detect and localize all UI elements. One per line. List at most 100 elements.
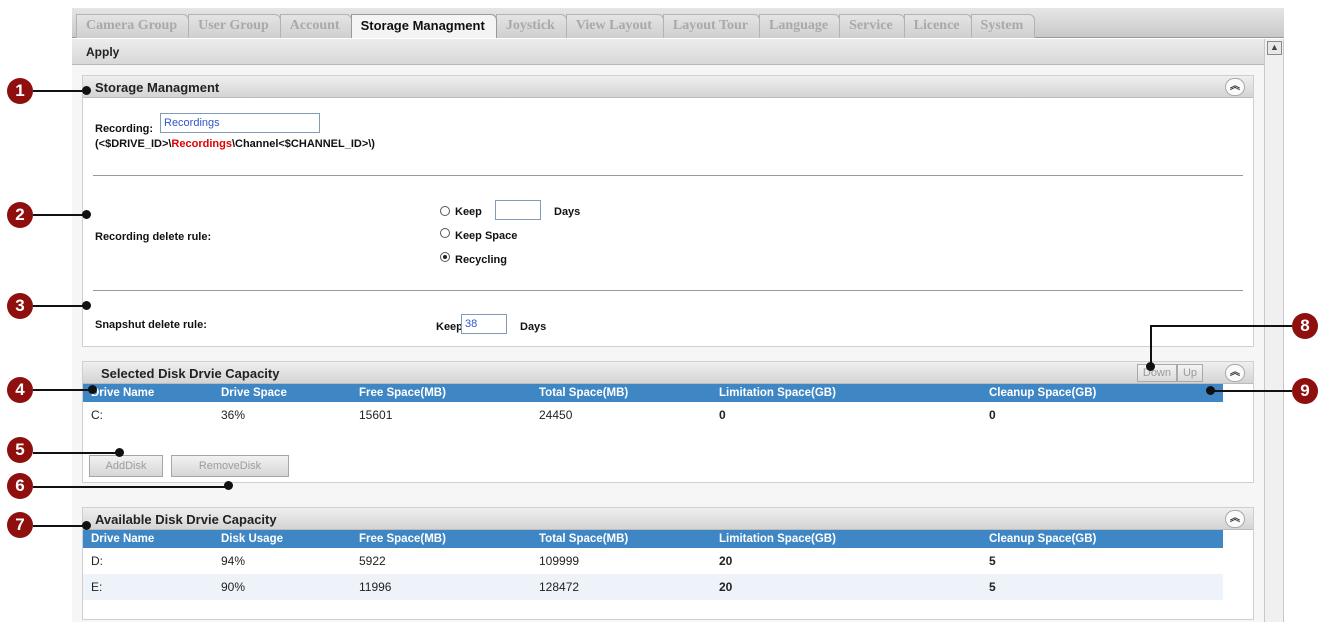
scroll-up-icon[interactable]: ▲ [1267, 41, 1282, 55]
table-cell: 36% [221, 408, 246, 422]
table-cell: E: [83, 574, 213, 600]
callout-dot [224, 481, 233, 490]
table-cell: 5922 [359, 554, 386, 568]
recording-folder-input[interactable] [160, 113, 320, 133]
snapshot-keep-label: Keep [436, 321, 463, 333]
move-down-button[interactable]: Down [1136, 364, 1177, 382]
table-cell: 0 [989, 408, 996, 422]
table-cell: 109999 [539, 554, 580, 568]
apply-button[interactable]: Apply [86, 45, 119, 59]
panel-header: Storage Managment ︽ [83, 76, 1253, 98]
panel-title: Available Disk Drvie Capacity [95, 512, 277, 527]
callout-dot [88, 385, 97, 394]
table-cell: 20 [719, 554, 733, 568]
recording-label: Recording: [95, 123, 154, 135]
tab-bar: Camera Group User Group Account Storage Man… [72, 8, 1284, 38]
keep-days-input[interactable] [495, 200, 541, 220]
tab-camera-group[interactable]: Camera Group [76, 14, 190, 38]
callout-dot [1146, 362, 1155, 371]
table-cell: 128472 [531, 574, 711, 600]
divider [93, 175, 1243, 176]
table-cell: C: [91, 408, 103, 422]
tab-system[interactable]: System [970, 14, 1036, 38]
panel-header: Available Disk Drvie Capacity ︽ [83, 508, 1253, 530]
keep-days-radio[interactable] [440, 206, 450, 216]
collapse-icon[interactable]: ︽ [1225, 364, 1245, 382]
snapshot-days-label: Days [520, 321, 547, 333]
table-row[interactable]: E: 90% 11996 128472 20 5 [83, 574, 1223, 600]
callout-badge: 3 [7, 293, 33, 319]
table-cell: 5 [989, 554, 996, 568]
table-cell: 24450 [539, 408, 573, 422]
column-header[interactable]: Drive Name [83, 384, 213, 402]
keep-space-radio[interactable] [440, 228, 450, 238]
tab-user-group[interactable]: User Group [188, 14, 281, 38]
days-label: Days [554, 206, 581, 218]
tab-storage-managment[interactable]: Storage Managment [350, 14, 497, 38]
callout-badge: 2 [7, 202, 33, 228]
keep-space-label: Keep Space [455, 230, 518, 242]
tab-licence[interactable]: Licence [903, 14, 972, 38]
table-cell: D: [91, 554, 103, 568]
callout-badge: 7 [7, 512, 33, 538]
column-header[interactable]: Free Space(MB) [351, 530, 531, 548]
callout-line [33, 305, 85, 307]
vertical-scrollbar[interactable]: ▲ [1264, 39, 1284, 622]
main-content: Storage Managment ︽ Recording: (<$DRIVE_… [72, 65, 1264, 622]
recycling-radio[interactable] [440, 252, 450, 262]
recycling-label: Recycling [455, 254, 507, 266]
available-disk-panel: Available Disk Drvie Capacity ︽ Drive Na… [82, 507, 1254, 620]
callout-line [33, 90, 85, 92]
callout-badge: 9 [1292, 378, 1318, 404]
callout-dot [115, 448, 124, 457]
column-header[interactable]: Cleanup Space(GB) [981, 384, 1223, 402]
column-header[interactable]: Total Space(MB) [531, 384, 711, 402]
remove-disk-button[interactable]: RemoveDisk [171, 455, 289, 477]
table-cell: 94% [221, 554, 246, 568]
table-row[interactable]: C: 36% 15601 24450 0 0 [83, 402, 1223, 428]
callout-line [33, 452, 119, 454]
column-header[interactable]: Limitation Space(GB) [711, 384, 981, 402]
collapse-icon[interactable]: ︽ [1225, 510, 1245, 528]
callout-badge: 8 [1292, 313, 1318, 339]
table-cell: 11996 [351, 574, 531, 600]
column-header[interactable]: Cleanup Space(GB) [981, 530, 1223, 548]
tab-view-layout[interactable]: View Layout [565, 14, 664, 38]
callout-badge: 5 [7, 437, 33, 463]
table-cell: 20 [711, 574, 981, 600]
move-up-button[interactable]: Up [1176, 364, 1203, 382]
tab-layout-tour[interactable]: Layout Tour [662, 14, 760, 38]
callout-badge: 6 [7, 473, 33, 499]
available-disk-table: Drive Name Disk Usage Free Space(MB) Total … [83, 530, 1223, 600]
column-header[interactable]: Limitation Space(GB) [711, 530, 981, 548]
panel-title: Storage Managment [95, 80, 220, 95]
toolbar: Apply [72, 39, 1264, 65]
add-disk-button[interactable]: AddDisk [89, 455, 163, 477]
tab-joystick[interactable]: Joystick [495, 14, 567, 38]
panel-header: Selected Disk Drvie Capacity Down Up ︽ [83, 362, 1253, 384]
tab-language[interactable]: Language [759, 14, 841, 38]
column-header[interactable]: Free Space(MB) [351, 384, 531, 402]
callout-badge: 4 [7, 377, 33, 403]
column-header[interactable]: Disk Usage [213, 530, 351, 548]
callout-line [1150, 325, 1152, 367]
callout-dot [82, 86, 91, 95]
table-cell: 5 [981, 574, 1223, 600]
callout-line [33, 486, 229, 488]
column-header[interactable]: Drive Space [213, 384, 351, 402]
tab-account[interactable]: Account [279, 14, 352, 38]
table-cell: 90% [213, 574, 351, 600]
callout-dot [1206, 386, 1215, 395]
callout-badge: 1 [7, 78, 33, 104]
column-header[interactable]: Drive Name [83, 530, 213, 548]
collapse-icon[interactable]: ︽ [1225, 78, 1245, 96]
panel-title: Selected Disk Drvie Capacity [101, 366, 280, 381]
table-row[interactable]: D: 94% 5922 109999 20 5 [83, 548, 1223, 574]
callout-line [1150, 325, 1292, 327]
recording-delete-rule-label: Recording delete rule: [95, 231, 212, 243]
column-header[interactable]: Total Space(MB) [531, 530, 711, 548]
selected-disk-table: Drive Name Drive Space Free Space(MB) Total… [83, 384, 1223, 428]
selected-disk-panel: Selected Disk Drvie Capacity Down Up ︽ D… [82, 361, 1254, 483]
tab-service[interactable]: Service [839, 14, 905, 38]
snapshot-days-input[interactable] [461, 314, 507, 334]
